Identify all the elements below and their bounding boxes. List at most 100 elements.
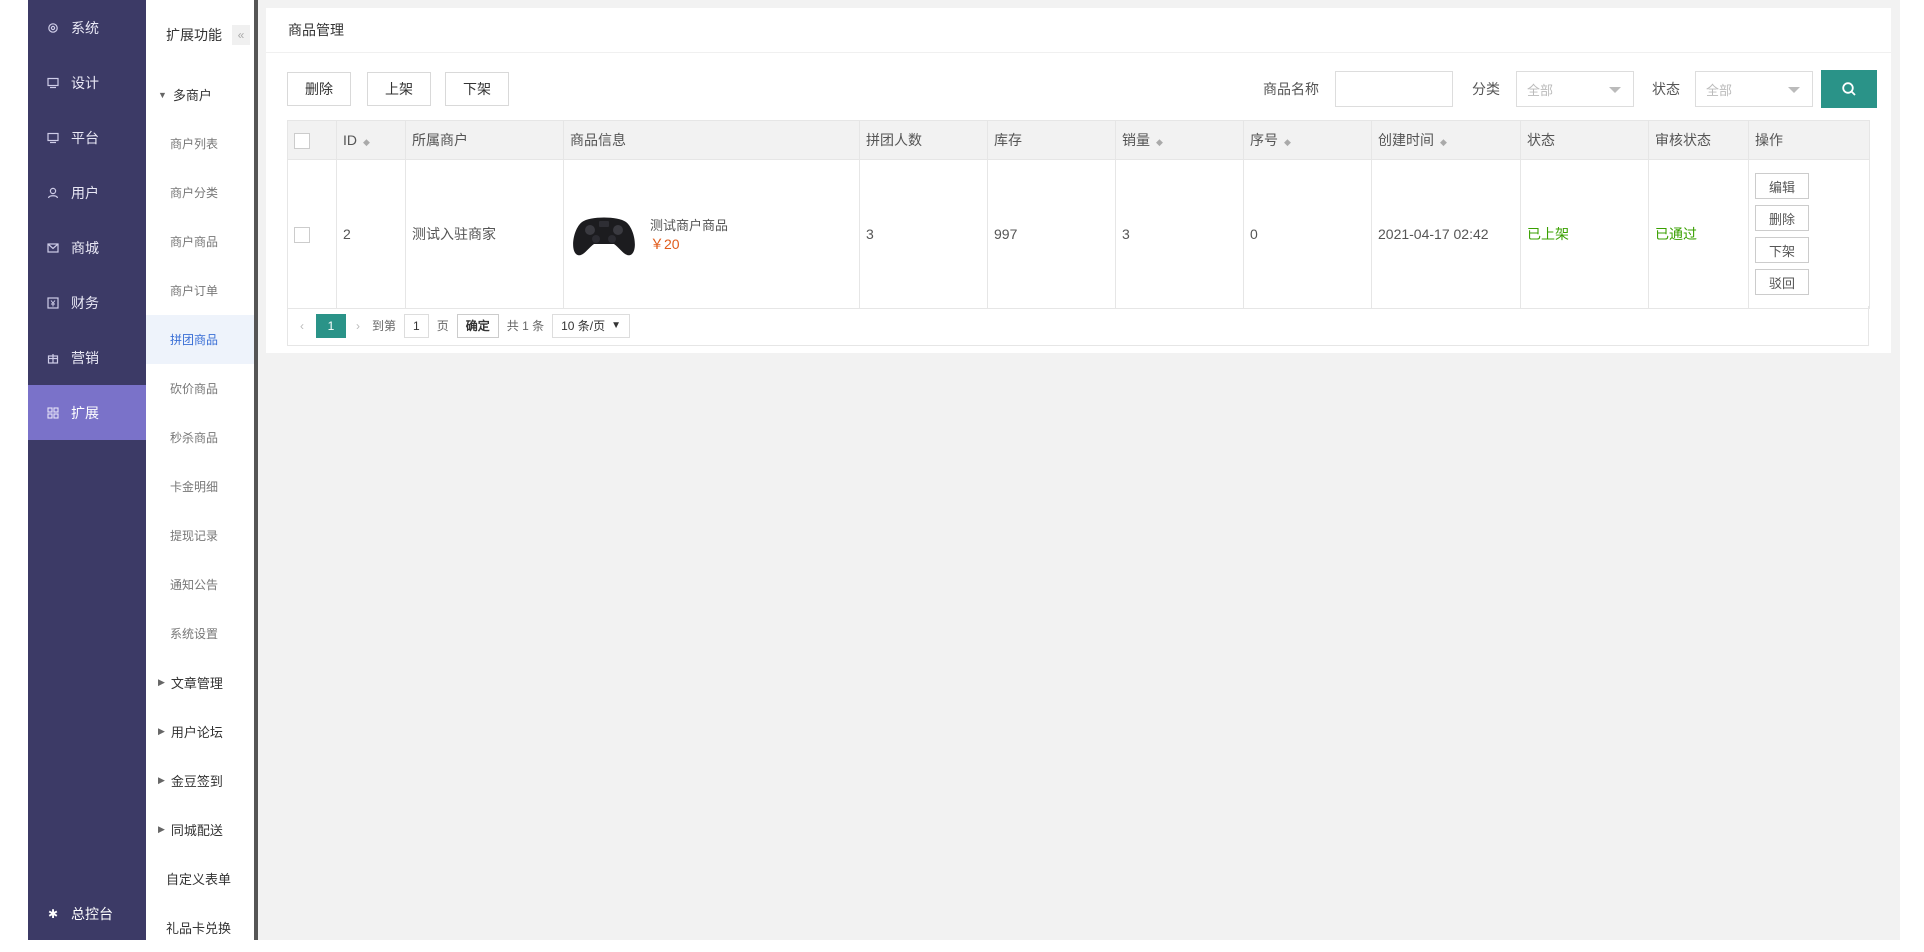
submenu-item[interactable]: 秒杀商品	[146, 413, 254, 462]
page-number-current[interactable]: 1	[316, 313, 346, 338]
column-header-created[interactable]: 创建时间 ◆	[1371, 120, 1521, 160]
cell-merchant: 测试入驻商家	[405, 159, 564, 309]
nav-item-system[interactable]: 系统	[28, 0, 146, 55]
menu-group-delivery[interactable]: ▶ 同城配送	[146, 805, 254, 854]
monitor-icon	[46, 131, 60, 145]
menu-item-custom-form[interactable]: 自定义表单	[146, 854, 254, 903]
goto-confirm-button[interactable]: 确定	[456, 313, 499, 338]
chevron-down-icon	[1788, 87, 1800, 93]
nav-item-console[interactable]: ✱ 总控台	[28, 894, 146, 934]
column-header-id[interactable]: ID ◆	[336, 120, 406, 160]
right-margin	[1900, 0, 1924, 940]
submenu-item[interactable]: 通知公告	[146, 560, 254, 609]
cell-audit-status: 已通过	[1648, 159, 1749, 309]
off-shelf-button[interactable]: 下架	[445, 72, 509, 106]
column-header-sales[interactable]: 销量 ◆	[1115, 120, 1244, 160]
mail-icon	[46, 241, 60, 255]
column-header-stock: 库存	[987, 120, 1116, 160]
prev-page-icon[interactable]: ‹	[300, 319, 304, 333]
nav-item-platform[interactable]: 平台	[28, 110, 146, 165]
monitor-icon	[46, 76, 60, 90]
cell-product-info: 测试商户商品 ￥20	[563, 159, 860, 309]
category-select-value: 全部	[1527, 82, 1554, 98]
nav-item-extend[interactable]: 扩展	[28, 385, 146, 440]
caret-down-icon: ▼	[158, 89, 167, 100]
on-shelf-button[interactable]: 上架	[367, 72, 431, 106]
cell-stock: 997	[987, 159, 1116, 309]
menu-group-checkin[interactable]: ▶ 金豆签到	[146, 756, 254, 805]
nav-item-label: 用户	[71, 184, 99, 201]
caret-right-icon: ▶	[158, 775, 165, 785]
menu-group-forum[interactable]: ▶ 用户论坛	[146, 707, 254, 756]
nav-item-label: 商城	[71, 239, 99, 256]
total-count: 共 1 条	[506, 319, 545, 333]
chevron-down-icon: ▼	[611, 320, 622, 331]
submenu-item[interactable]: 商户订单	[146, 266, 254, 315]
menu-group-merchant[interactable]: ▼ 多商户	[146, 70, 254, 119]
submenu-item[interactable]: 卡金明细	[146, 462, 254, 511]
table-row: 2 测试入驻商家 测试商户商品 ￥20 3 997 3 0 2021-04-17…	[287, 159, 1870, 309]
nav-item-label: 平台	[71, 129, 99, 146]
submenu-item-active[interactable]: 拼团商品	[146, 315, 254, 364]
submenu-item[interactable]: 商户商品	[146, 217, 254, 266]
submenu-item[interactable]: 商户分类	[146, 168, 254, 217]
column-header-audit: 审核状态	[1648, 120, 1749, 160]
nav-item-users[interactable]: 用户	[28, 165, 146, 220]
submenu-item[interactable]: 系统设置	[146, 609, 254, 658]
column-header-order[interactable]: 序号 ◆	[1243, 120, 1372, 160]
sort-icon[interactable]: ◆	[363, 137, 370, 147]
submenu-item[interactable]: 商户列表	[146, 119, 254, 168]
collapse-sidebar-button[interactable]: «	[232, 25, 250, 45]
nav-item-label: 营销	[71, 349, 99, 366]
gamepad-thumbnail[interactable]	[570, 208, 638, 260]
submenu-item[interactable]: 提现记录	[146, 511, 254, 560]
product-table: ID ◆ 所属商户 商品信息 拼团人数 库存 销量 ◆ 序号 ◆ 创建时间 ◆ 状态 审…	[287, 120, 1870, 309]
submenu-item[interactable]: 砍价商品	[146, 364, 254, 413]
menu-item-gift-card[interactable]: 礼品卡兑换	[146, 903, 254, 952]
row-off-shelf-button[interactable]: 下架	[1755, 237, 1809, 263]
sort-icon[interactable]: ◆	[1284, 137, 1291, 147]
user-icon	[46, 186, 60, 200]
status-select[interactable]: 全部	[1695, 71, 1813, 107]
secondary-sidebar: 扩展功能 « ▼ 多商户 商户列表 商户分类 商户商品 商户订单 拼团商品 砍价商…	[146, 0, 258, 940]
chevron-down-icon	[1609, 87, 1621, 93]
cell-sales: 3	[1115, 159, 1244, 309]
nav-item-label: 设计	[71, 74, 99, 91]
nav-item-label: 扩展	[71, 404, 99, 421]
menu-group-label: 文章管理	[170, 676, 223, 691]
caret-right-icon: ▶	[158, 824, 165, 834]
nav-item-label: 财务	[71, 294, 99, 311]
nav-item-marketing[interactable]: 营销	[28, 330, 146, 385]
caret-right-icon: ▶	[158, 726, 165, 736]
page-size-select[interactable]: 10 条/页 ▼	[552, 313, 631, 338]
reject-button[interactable]: 驳回	[1755, 269, 1809, 295]
next-page-icon[interactable]: ›	[356, 319, 360, 333]
nav-item-design[interactable]: 设计	[28, 55, 146, 110]
sort-icon[interactable]: ◆	[1440, 137, 1447, 147]
cell-status: 已上架	[1520, 159, 1649, 309]
category-select[interactable]: 全部	[1516, 71, 1634, 107]
select-all-checkbox[interactable]	[294, 132, 310, 149]
menu-group-articles[interactable]: ▶ 文章管理	[146, 658, 254, 707]
gear-icon	[46, 21, 60, 35]
page-unit-label: 页	[436, 319, 449, 333]
primary-sidebar: 系统 设计 平台 用户 商城 财务 营销 扩展 ✱ 总控台	[28, 0, 146, 940]
edit-button[interactable]: 编辑	[1755, 173, 1809, 199]
goto-page-input[interactable]: 1	[404, 313, 429, 338]
cell-id: 2	[336, 159, 406, 309]
row-checkbox[interactable]	[294, 226, 310, 243]
search-button[interactable]	[1821, 70, 1877, 108]
header-label: ID	[343, 132, 357, 148]
pagination: ‹ 1 › 到第 1 页 确定 共 1 条 10 条/页 ▼	[287, 306, 1869, 346]
nav-item-finance[interactable]: 财务	[28, 275, 146, 330]
delete-button[interactable]: 删除	[287, 72, 351, 106]
money-icon	[46, 296, 60, 310]
menu-group-label: 同城配送	[170, 823, 223, 838]
product-name-input[interactable]	[1335, 71, 1453, 107]
gear-icon: ✱	[47, 907, 59, 921]
sort-icon[interactable]: ◆	[1156, 137, 1163, 147]
row-delete-button[interactable]: 删除	[1755, 205, 1809, 231]
nav-item-mall[interactable]: 商城	[28, 220, 146, 275]
header-label: 序号	[1250, 132, 1278, 148]
cell-order: 0	[1243, 159, 1372, 309]
